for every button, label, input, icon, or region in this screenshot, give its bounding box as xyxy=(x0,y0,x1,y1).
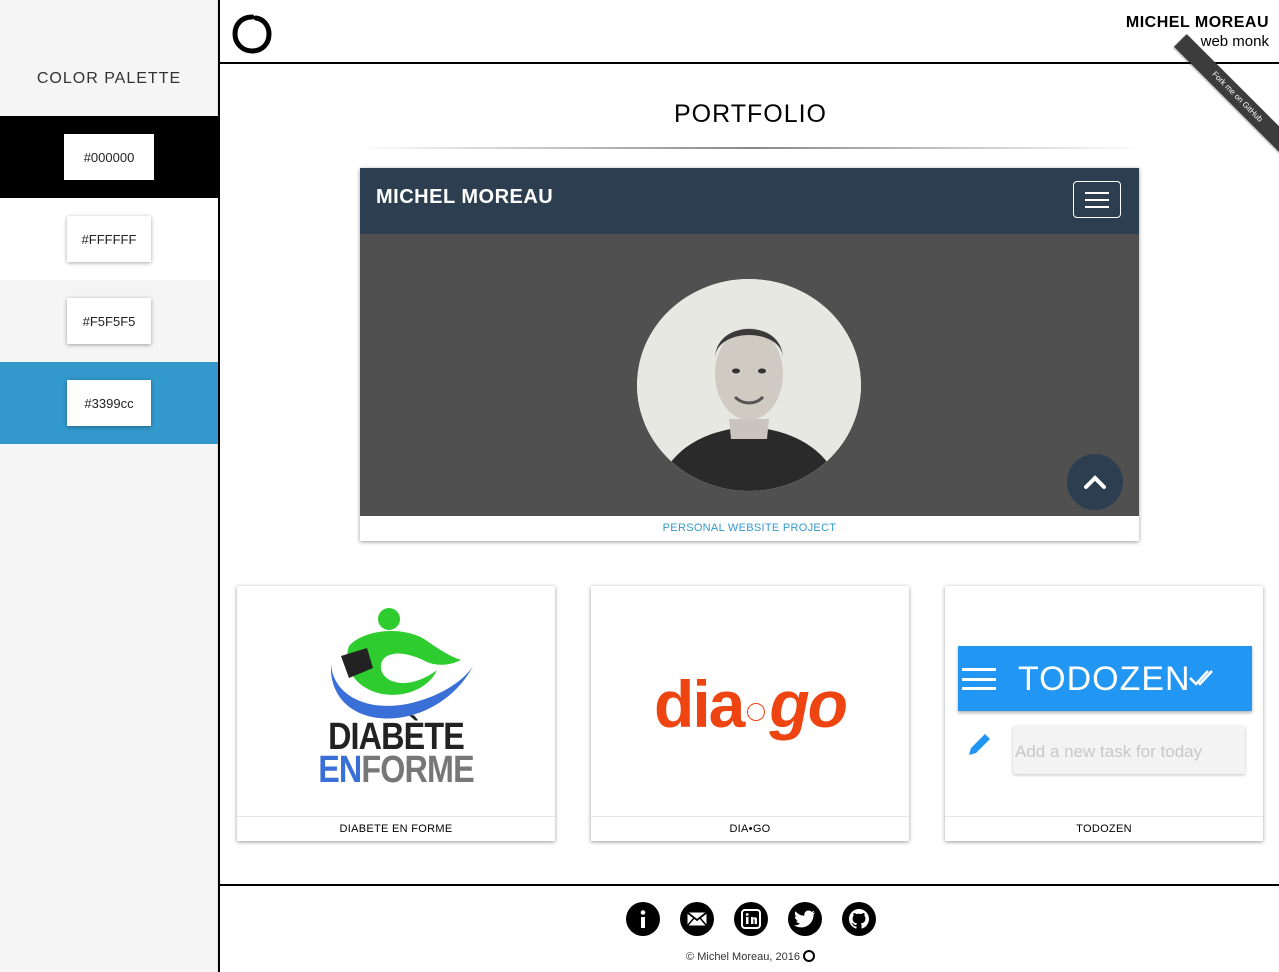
scroll-to-top-button[interactable] xyxy=(1067,454,1123,510)
copyright: © Michel Moreau, 2016 xyxy=(220,950,1279,963)
dia-go-wordmark: dia go xyxy=(591,666,909,742)
swatch-chip-light-gray[interactable]: #F5F5F5 xyxy=(67,298,151,344)
diabete-logo-line2: ENFORME xyxy=(261,749,531,791)
footer: © Michel Moreau, 2016 xyxy=(220,884,1279,972)
main-content: MICHEL MOREAU web monk Fork me on GitHub… xyxy=(218,0,1279,972)
swatch-chip-blue[interactable]: #3399cc xyxy=(67,380,151,426)
project-caption: TODOZEN xyxy=(945,816,1263,841)
title-divider xyxy=(356,147,1146,149)
featured-caption: PERSONAL WEBSITE PROJECT xyxy=(662,522,837,534)
todozen-menu-icon xyxy=(962,668,996,690)
diabete-logo-en: EN xyxy=(318,749,362,791)
diabete-logo-forme: FORME xyxy=(361,749,474,791)
info-icon[interactable] xyxy=(626,902,660,936)
enso-mini-logo-icon xyxy=(802,950,815,962)
dia-go-text-dia: dia xyxy=(654,667,745,741)
dia-go-logo: dia go xyxy=(591,586,909,816)
swatch-chip-white[interactable]: #FFFFFF xyxy=(67,216,151,262)
swatch-row-white: #FFFFFF xyxy=(0,198,218,280)
double-check-icon xyxy=(1189,670,1213,686)
linkedin-icon[interactable] xyxy=(734,902,768,936)
brand-tagline: web monk xyxy=(1200,33,1269,50)
brand-name: MICHEL MOREAU xyxy=(1125,14,1269,31)
featured-project-card[interactable]: MICHEL MOREAU PERSONAL WEBSITE PROJECT xyxy=(360,168,1139,541)
top-bar: MICHEL MOREAU web monk xyxy=(220,0,1279,64)
project-caption: DIA•GO xyxy=(591,816,909,841)
mail-icon[interactable] xyxy=(680,902,714,936)
dia-go-text-go: go xyxy=(769,667,848,741)
project-caption: DIABETE EN FORME xyxy=(237,816,555,841)
featured-nav-title: MICHEL MOREAU xyxy=(376,186,554,208)
page-title: PORTFOLIO xyxy=(673,100,827,128)
copyright-text: © Michel Moreau, 2016 xyxy=(686,951,800,963)
featured-preview xyxy=(360,234,1139,516)
todozen-title: TODOZEN xyxy=(1018,660,1191,698)
swatch-chip-black[interactable]: #000000 xyxy=(64,134,154,180)
project-card-diabete-en-forme[interactable]: DIABÈTE ENFORME DIABETE EN FORME xyxy=(237,586,555,841)
color-palette-sidebar: COLOR PALETTE #000000 #FFFFFF #F5F5F5 #3… xyxy=(0,0,218,972)
github-icon[interactable] xyxy=(842,902,876,936)
hamburger-menu-icon[interactable] xyxy=(1073,181,1121,218)
todozen-preview: TODOZEN Add a new task for today xyxy=(945,586,1263,816)
swatch-row-blue: #3399cc xyxy=(0,362,218,444)
featured-nav-bar: MICHEL MOREAU xyxy=(360,168,1139,234)
project-card-dia-go[interactable]: dia go DIA•GO xyxy=(591,586,909,841)
diabete-en-forme-logo: DIABÈTE ENFORME xyxy=(237,586,555,816)
chevron-up-icon xyxy=(1084,475,1106,489)
enso-logo-icon[interactable] xyxy=(232,14,272,54)
twitter-icon[interactable] xyxy=(788,902,822,936)
dia-go-dot-icon xyxy=(747,703,766,721)
avatar xyxy=(637,279,861,491)
pencil-icon xyxy=(969,734,990,755)
todozen-task-input: Add a new task for today xyxy=(1013,726,1245,774)
swatch-row-light-gray: #F5F5F5 xyxy=(0,280,218,362)
project-card-todozen[interactable]: TODOZEN Add a new task for today TODOZEN xyxy=(945,586,1263,841)
sidebar-title: COLOR PALETTE xyxy=(36,70,182,87)
swatch-row-black: #000000 xyxy=(0,116,218,198)
todozen-app-bar: TODOZEN xyxy=(958,646,1252,711)
portrait-image xyxy=(637,279,861,491)
